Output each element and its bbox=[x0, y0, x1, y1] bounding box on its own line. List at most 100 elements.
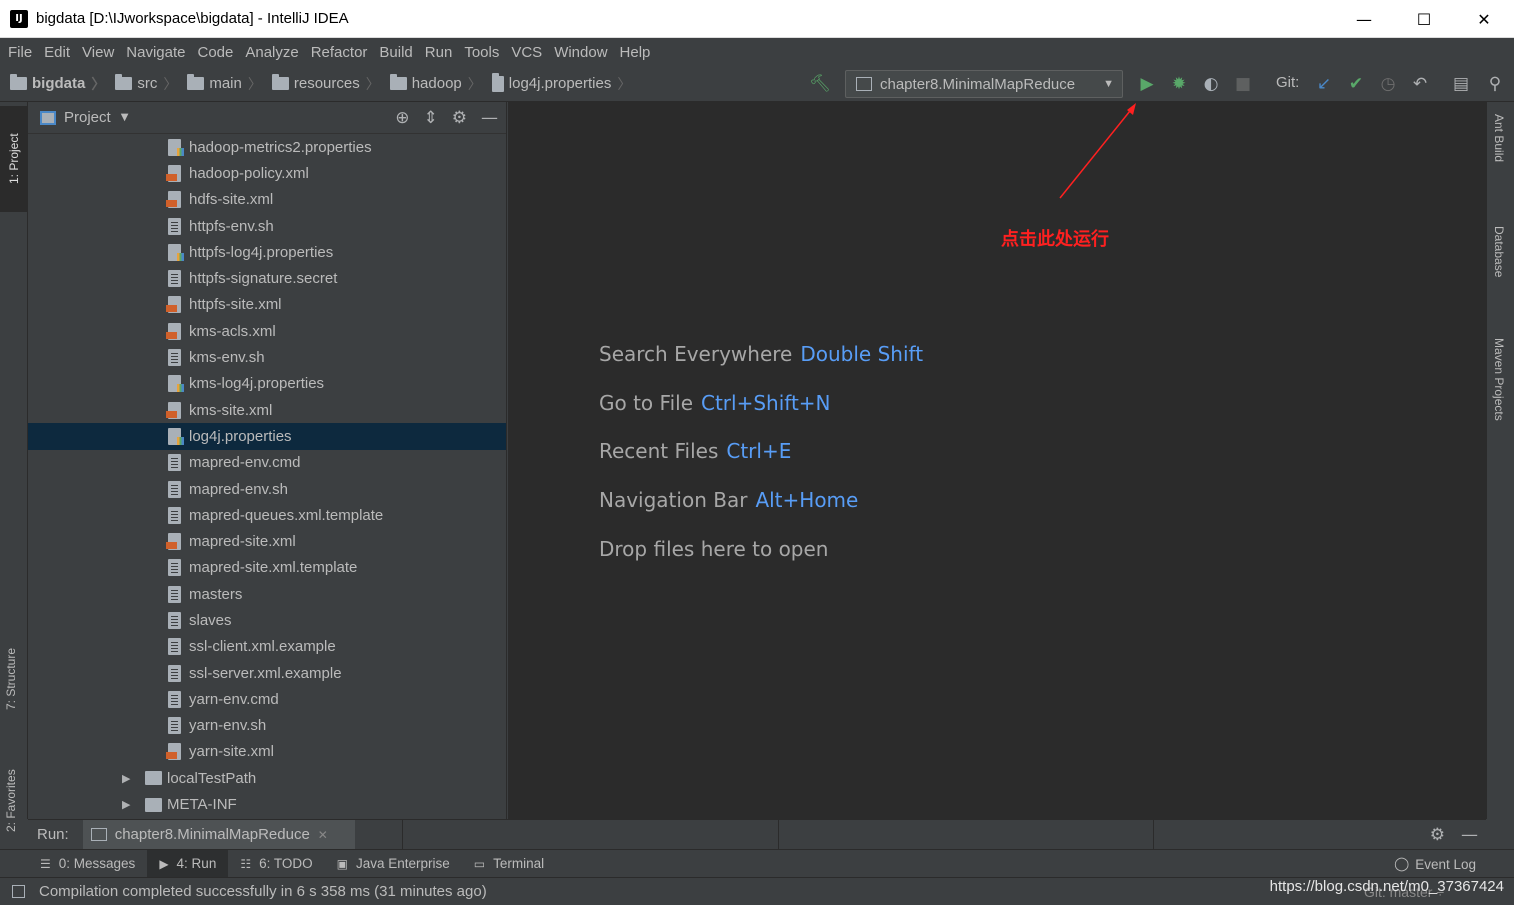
tree-folder-item[interactable]: ▶ META-INF bbox=[28, 791, 506, 817]
gear-icon[interactable]: ⚙ bbox=[1430, 825, 1445, 845]
xml-file-icon bbox=[166, 164, 181, 182]
project-panel-title[interactable]: Project bbox=[64, 109, 111, 126]
tree-file-item[interactable]: hdfs-site.xml bbox=[28, 187, 506, 213]
tree-file-item[interactable]: kms-site.xml bbox=[28, 397, 506, 423]
text-file-icon bbox=[168, 270, 181, 288]
tree-file-item[interactable]: kms-log4j.properties bbox=[28, 371, 506, 397]
run-configuration-select[interactable]: chapter8.MinimalMapReduce ▼ bbox=[845, 70, 1123, 98]
tree-item-label: mapred-site.xml.template bbox=[189, 559, 358, 577]
tree-file-item[interactable]: hadoop-policy.xml bbox=[28, 160, 506, 186]
history-icon[interactable]: ◷ bbox=[1378, 74, 1398, 94]
tree-file-item[interactable]: mapred-queues.xml.template bbox=[28, 502, 506, 528]
git-commit-icon[interactable]: ✔ bbox=[1346, 74, 1366, 94]
hint-label: Navigation Bar bbox=[599, 488, 748, 512]
hide-icon[interactable]: — bbox=[1461, 825, 1478, 845]
hide-icon[interactable]: — bbox=[481, 108, 498, 128]
tab-run[interactable]: ▶ 4: Run bbox=[147, 849, 229, 878]
tree-file-item[interactable]: mapred-env.cmd bbox=[28, 450, 506, 476]
breadcrumb-src[interactable]: src 〉 bbox=[115, 74, 177, 94]
chevron-right-icon[interactable]: ▶ bbox=[122, 798, 130, 811]
tree-item-label: ssl-client.xml.example bbox=[189, 638, 336, 656]
chevron-right-icon[interactable]: ▶ bbox=[122, 772, 130, 785]
menu-file[interactable]: File bbox=[2, 44, 38, 61]
maximize-button[interactable]: ☐ bbox=[1394, 0, 1454, 38]
tree-file-item[interactable]: httpfs-signature.secret bbox=[28, 265, 506, 291]
run-tab[interactable]: chapter8.MinimalMapReduce ✕ bbox=[82, 819, 355, 850]
tree-file-item[interactable]: mapred-site.xml.template bbox=[28, 555, 506, 581]
menu-edit[interactable]: Edit bbox=[38, 44, 76, 61]
tool-tab-project[interactable]: 1: Project bbox=[0, 106, 28, 212]
tree-file-item[interactable]: yarn-env.sh bbox=[28, 713, 506, 739]
git-update-icon[interactable]: ↙ bbox=[1314, 74, 1334, 94]
tree-item-label: mapred-env.sh bbox=[189, 480, 288, 498]
menu-window[interactable]: Window bbox=[548, 44, 613, 61]
event-log-tab[interactable]: ◯ Event Log bbox=[1394, 850, 1476, 878]
tree-file-item[interactable]: slaves bbox=[28, 607, 506, 633]
breadcrumb-label: bigdata bbox=[32, 75, 86, 92]
breadcrumb-project[interactable]: bigdata 〉 bbox=[10, 74, 105, 94]
tool-tab-ant-build[interactable]: Ant Build bbox=[1492, 114, 1506, 162]
tree-file-item[interactable]: yarn-site.xml bbox=[28, 739, 506, 765]
breadcrumb-file[interactable]: log4j.properties 〉 bbox=[491, 72, 632, 94]
close-icon[interactable]: ✕ bbox=[318, 828, 328, 842]
tool-tab-maven[interactable]: Maven Projects bbox=[1492, 338, 1506, 421]
hint-label: Go to File bbox=[599, 391, 693, 415]
tab-messages[interactable]: ☰ 0: Messages bbox=[28, 850, 147, 878]
tree-file-item[interactable]: log4j.properties bbox=[28, 423, 506, 450]
tree-file-item[interactable]: mapred-site.xml bbox=[28, 528, 506, 554]
menu-view[interactable]: View bbox=[76, 44, 120, 61]
tree-file-item[interactable]: ssl-server.xml.example bbox=[28, 660, 506, 686]
tree-file-item[interactable]: masters bbox=[28, 581, 506, 607]
revert-icon[interactable]: ↶ bbox=[1410, 74, 1430, 94]
chevron-right-icon: 〉 bbox=[617, 75, 632, 92]
menu-code[interactable]: Code bbox=[191, 44, 239, 61]
tab-terminal[interactable]: ▭ Terminal bbox=[462, 850, 556, 878]
tree-file-item[interactable]: httpfs-log4j.properties bbox=[28, 239, 506, 265]
tree-file-item[interactable]: httpfs-site.xml bbox=[28, 292, 506, 318]
tool-tab-favorites[interactable]: 2: Favorites bbox=[4, 742, 18, 832]
collapse-all-icon[interactable]: ⇕ bbox=[424, 108, 438, 128]
locate-icon[interactable]: ⊕ bbox=[395, 108, 409, 128]
tool-tab-structure[interactable]: 7: Structure bbox=[4, 618, 18, 710]
menu-build[interactable]: Build bbox=[373, 44, 418, 61]
menu-vcs[interactable]: VCS bbox=[505, 44, 548, 61]
coverage-icon[interactable]: ◐ bbox=[1201, 74, 1221, 94]
run-tool-window-header: Run: chapter8.MinimalMapReduce ✕ ⚙ — bbox=[28, 819, 1486, 850]
java-enterprise-icon: ▣ bbox=[336, 856, 348, 871]
editor-area[interactable]: Search Everywhere Double Shift Go to File… bbox=[508, 102, 1486, 819]
menu-run[interactable]: Run bbox=[419, 44, 459, 61]
breadcrumb-main[interactable]: main 〉 bbox=[187, 74, 262, 94]
tool-tab-database[interactable]: Database bbox=[1492, 226, 1506, 277]
project-structure-icon[interactable]: ▤ bbox=[1451, 74, 1471, 94]
build-hammer-icon[interactable]: 🔨︎ bbox=[809, 74, 831, 94]
tree-folder-item[interactable]: ▶ localTestPath bbox=[28, 765, 506, 791]
toggle-tool-windows-icon[interactable] bbox=[12, 885, 25, 898]
chevron-down-icon[interactable]: ▼ bbox=[121, 112, 129, 123]
menu-navigate[interactable]: Navigate bbox=[120, 44, 191, 61]
tree-file-item[interactable]: httpfs-env.sh bbox=[28, 213, 506, 239]
minimize-button[interactable]: — bbox=[1334, 0, 1394, 38]
breadcrumb-hadoop[interactable]: hadoop 〉 bbox=[389, 74, 482, 94]
tree-file-item[interactable]: mapred-env.sh bbox=[28, 476, 506, 502]
tab-java-enterprise[interactable]: ▣ Java Enterprise bbox=[325, 850, 462, 878]
xml-file-icon bbox=[166, 743, 181, 761]
tree-file-item[interactable]: ssl-client.xml.example bbox=[28, 634, 506, 660]
tool-tab-label: Ant Build bbox=[1492, 114, 1506, 163]
menu-tools[interactable]: Tools bbox=[458, 44, 505, 61]
menu-analyze[interactable]: Analyze bbox=[239, 44, 304, 61]
tab-todo[interactable]: ☷ 6: TODO bbox=[228, 850, 324, 878]
tree-file-item[interactable]: kms-acls.xml bbox=[28, 318, 506, 344]
debug-icon[interactable]: ✹ bbox=[1169, 74, 1189, 94]
close-button[interactable]: ✕ bbox=[1454, 0, 1514, 38]
tree-file-item[interactable]: kms-env.sh bbox=[28, 344, 506, 370]
gear-icon[interactable]: ⚙ bbox=[452, 108, 467, 128]
menu-refactor[interactable]: Refactor bbox=[305, 44, 374, 61]
tree-file-item[interactable]: yarn-env.cmd bbox=[28, 686, 506, 712]
breadcrumb-resources[interactable]: resources 〉 bbox=[271, 74, 380, 94]
search-icon[interactable]: ⚲ bbox=[1485, 74, 1505, 94]
stop-icon[interactable]: ■ bbox=[1233, 74, 1253, 94]
menu-help[interactable]: Help bbox=[614, 44, 657, 61]
text-file-icon bbox=[168, 559, 181, 577]
run-icon[interactable]: ▶ bbox=[1137, 74, 1157, 94]
tree-file-item[interactable]: hadoop-metrics2.properties bbox=[28, 134, 506, 160]
